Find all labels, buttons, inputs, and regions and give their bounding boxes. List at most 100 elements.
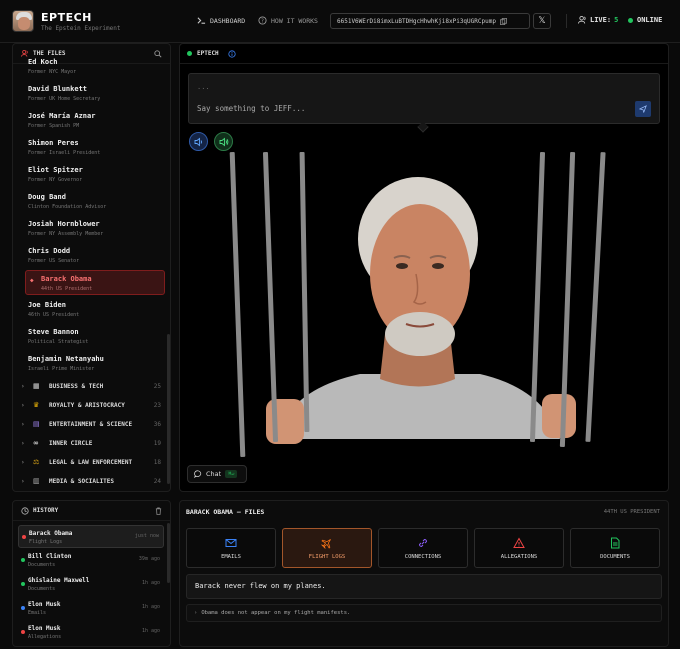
chevron-right-icon: ›: [21, 401, 25, 409]
person-item[interactable]: Doug Band Clinton Foundation Advisor: [25, 189, 165, 213]
x-twitter-button[interactable]: 𝕏: [533, 13, 551, 29]
users-icon: [578, 16, 586, 24]
chevron-right-icon: ›: [21, 420, 25, 428]
tab-label: FLIGHT LOGS: [308, 553, 346, 560]
mail-icon: [225, 538, 237, 547]
person-name: David Blunkett: [28, 85, 88, 93]
category-label: ENTERTAINMENT & SCIENCE: [49, 420, 133, 428]
case-file-panel: BARACK OBAMA — FILES 44TH US PRESIDENT E…: [179, 500, 669, 647]
case-file-subtitle: 44TH US PRESIDENT: [603, 509, 660, 515]
history-item[interactable]: Ghislaine Maxwell Documents 1h ago: [18, 573, 164, 596]
nav-dashboard[interactable]: DASHBOARD: [197, 16, 245, 25]
person-desc: Former US Senator: [28, 258, 80, 264]
history-name: Elon Musk: [28, 625, 61, 632]
nav-how-it-works-label: HOW IT WORKS: [271, 16, 318, 25]
history-title: HISTORY: [33, 507, 59, 514]
category-royalty[interactable]: › ♛ ROYALTY & ARISTOCRACY 23: [21, 398, 161, 412]
person-item[interactable]: Steve Bannon Political Strategist: [25, 324, 165, 348]
category-count: 19: [153, 439, 161, 447]
person-item[interactable]: Ed Koch Former NYC Mayor: [25, 54, 165, 78]
brand-tagline: The Epstein Experiment: [41, 25, 121, 32]
person-item[interactable]: Shimon Peres Former Israeli President: [25, 135, 165, 159]
category-media[interactable]: › ▥ MEDIA & SOCIALITES 24: [21, 474, 161, 488]
history-sub: Flight Logs: [29, 539, 63, 545]
history-sub: Allegations: [28, 634, 62, 640]
nav-dashboard-label: DASHBOARD: [210, 16, 246, 25]
newspaper-icon: ▥: [33, 477, 40, 485]
person-name: Benjamin Netanyahu: [28, 355, 104, 363]
files-scrollbar[interactable]: [167, 334, 170, 484]
history-sub: Documents: [28, 586, 56, 592]
person-desc: Former Spanish PM: [28, 123, 80, 129]
history-item[interactable]: Bill Clinton Documents 39m ago: [18, 549, 164, 572]
chat-bubble-icon: [194, 470, 202, 478]
history-time: 1h ago: [141, 604, 160, 610]
crown-icon: ♛: [33, 401, 40, 409]
chevron-right-icon: ›: [21, 477, 25, 485]
category-entertainment[interactable]: › ▤ ENTERTAINMENT & SCIENCE 36: [21, 417, 161, 431]
person-name: Ed Koch: [28, 58, 58, 66]
history-name: Barack Obama: [29, 530, 73, 537]
category-legal[interactable]: › ⚖ LEGAL & LAW ENFORCEMENT 18: [21, 455, 161, 469]
terminal-icon: [197, 17, 206, 24]
person-desc: Former NY Assembly Member: [28, 231, 104, 237]
tab-allegations[interactable]: ALLEGATIONS: [474, 528, 564, 568]
logo-avatar[interactable]: [12, 10, 34, 32]
history-dot: [22, 535, 26, 539]
tab-connections[interactable]: CONNECTIONS: [378, 528, 468, 568]
trash-icon[interactable]: [155, 507, 162, 515]
contract-address[interactable]: 6651V6WErDi8imxLuBTDHgcHhwhKji8xPi3qUGRC…: [330, 13, 530, 29]
person-item[interactable]: Benjamin Netanyahu Israeli Prime Ministe…: [25, 351, 165, 375]
fact-row[interactable]: › Obama does not appear on my flight mani…: [186, 604, 662, 622]
person-item[interactable]: Joe Biden 46th US President: [25, 297, 165, 321]
link-icon: [418, 538, 428, 547]
person-item-selected[interactable]: ◆ Barack Obama 44th US President: [25, 270, 165, 295]
nav-how-it-works[interactable]: ? HOW IT WORKS: [258, 16, 318, 25]
files-panel: THE FILES Ed Koch Former NYC Mayor David…: [12, 43, 171, 492]
tab-label: CONNECTIONS: [404, 553, 442, 560]
history-time: 39m ago: [138, 556, 160, 562]
person-desc: Former NYC Mayor: [28, 69, 77, 75]
category-inner-circle[interactable]: › ∞ INNER CIRCLE 19: [21, 436, 161, 450]
building-icon: ▦: [33, 382, 40, 390]
tab-documents[interactable]: DOCUMENTS: [570, 528, 660, 568]
live-label: LIVE:: [590, 16, 612, 24]
person-desc: 46th US President: [28, 312, 80, 318]
tab-emails[interactable]: EMAILS: [186, 528, 276, 568]
person-name: Steve Bannon: [28, 328, 79, 336]
live-count: 5: [614, 16, 619, 24]
person-name: Eliot Spitzer: [28, 166, 83, 174]
person-name: Barack Obama: [41, 275, 92, 283]
history-dot: [21, 606, 25, 610]
history-name: Bill Clinton: [28, 553, 72, 560]
film-icon: ▤: [33, 420, 40, 428]
category-count: 25: [153, 382, 161, 390]
category-count: 18: [153, 458, 161, 466]
history-item[interactable]: Elon Musk Emails 1h ago: [18, 597, 164, 620]
history-scrollbar[interactable]: [167, 523, 170, 583]
person-desc: Former Israeli President: [28, 150, 101, 156]
person-item[interactable]: Eliot Spitzer Former NY Governor: [25, 162, 165, 186]
person-item[interactable]: Josiah Hornblower Former NY Assembly Mem…: [25, 216, 165, 240]
history-item[interactable]: Elon Musk Allegations 1h ago: [18, 621, 164, 644]
category-business-tech[interactable]: › ▦ BUSINESS & TECH 25: [21, 379, 161, 393]
person-name: Shimon Peres: [28, 139, 79, 147]
person-item[interactable]: Chris Dodd Former US Senator: [25, 243, 165, 267]
person-desc: Former UK Home Secretary: [28, 96, 101, 102]
shortcut-badge: ⌘↵: [225, 470, 238, 478]
copy-icon[interactable]: [500, 17, 507, 25]
person-name: Joe Biden: [28, 301, 66, 309]
person-name: Chris Dodd: [28, 247, 71, 255]
tab-flight-logs[interactable]: FLIGHT LOGS: [282, 528, 372, 568]
person-desc: 44th US President: [41, 286, 93, 292]
chevron-right-icon: ›: [21, 439, 25, 447]
chat-toggle-button[interactable]: Chat ⌘↵: [187, 465, 247, 483]
person-desc: Israeli Prime Minister: [28, 366, 95, 372]
category-label: MEDIA & SOCIALITES: [49, 477, 115, 485]
history-item[interactable]: Barack Obama Flight Logs just now: [18, 525, 164, 548]
tab-label: DOCUMENTS: [600, 553, 630, 560]
person-desc: Political Strategist: [28, 339, 89, 345]
avatar-response: Barack never flew on my planes.: [186, 574, 662, 599]
person-item[interactable]: José María Aznar Former Spanish PM: [25, 108, 165, 132]
person-item[interactable]: David Blunkett Former UK Home Secretary: [25, 81, 165, 105]
